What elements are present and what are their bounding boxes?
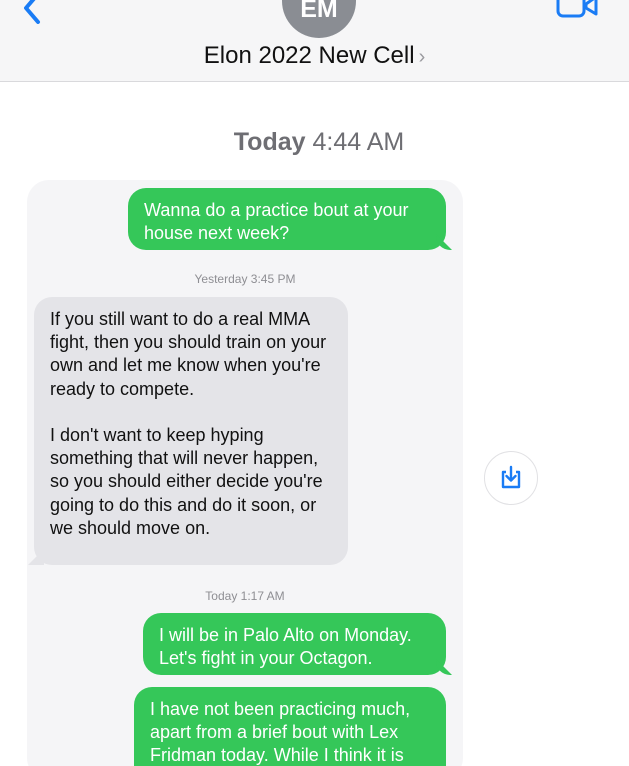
download-tray-icon: [501, 465, 521, 489]
contact-name[interactable]: Elon 2022 New Cell ›: [0, 42, 629, 70]
message-bubble-incoming[interactable]: If you still want to do a real MMA fight…: [34, 297, 348, 565]
message-bubble-outgoing[interactable]: Wanna do a practice bout at your house n…: [128, 188, 446, 250]
save-image-button[interactable]: [484, 451, 538, 505]
chevron-right-icon: ›: [418, 46, 426, 68]
thread-timestamp-day: Today: [233, 128, 306, 156]
thread-timestamp: Today 4:44 AM: [0, 128, 629, 157]
message-bubble-outgoing[interactable]: I have not been practicing much, apart f…: [134, 687, 446, 766]
conversation-header: EM Elon 2022 New Cell ›: [0, 0, 629, 82]
contact-name-label: Elon 2022 New Cell: [203, 42, 415, 69]
message-timestamp: Yesterday 3:45 PM: [194, 272, 296, 286]
message-bubble-outgoing[interactable]: I will be in Palo Alto on Monday. Let's …: [143, 613, 446, 675]
chevron-left-icon[interactable]: [18, 0, 48, 24]
thread-timestamp-time: 4:44 AM: [312, 128, 405, 156]
avatar[interactable]: EM: [282, 0, 356, 38]
video-camera-icon[interactable]: [556, 0, 600, 20]
avatar-initials: EM: [300, 0, 338, 23]
message-timestamp: Today 1:17 AM: [205, 589, 285, 603]
